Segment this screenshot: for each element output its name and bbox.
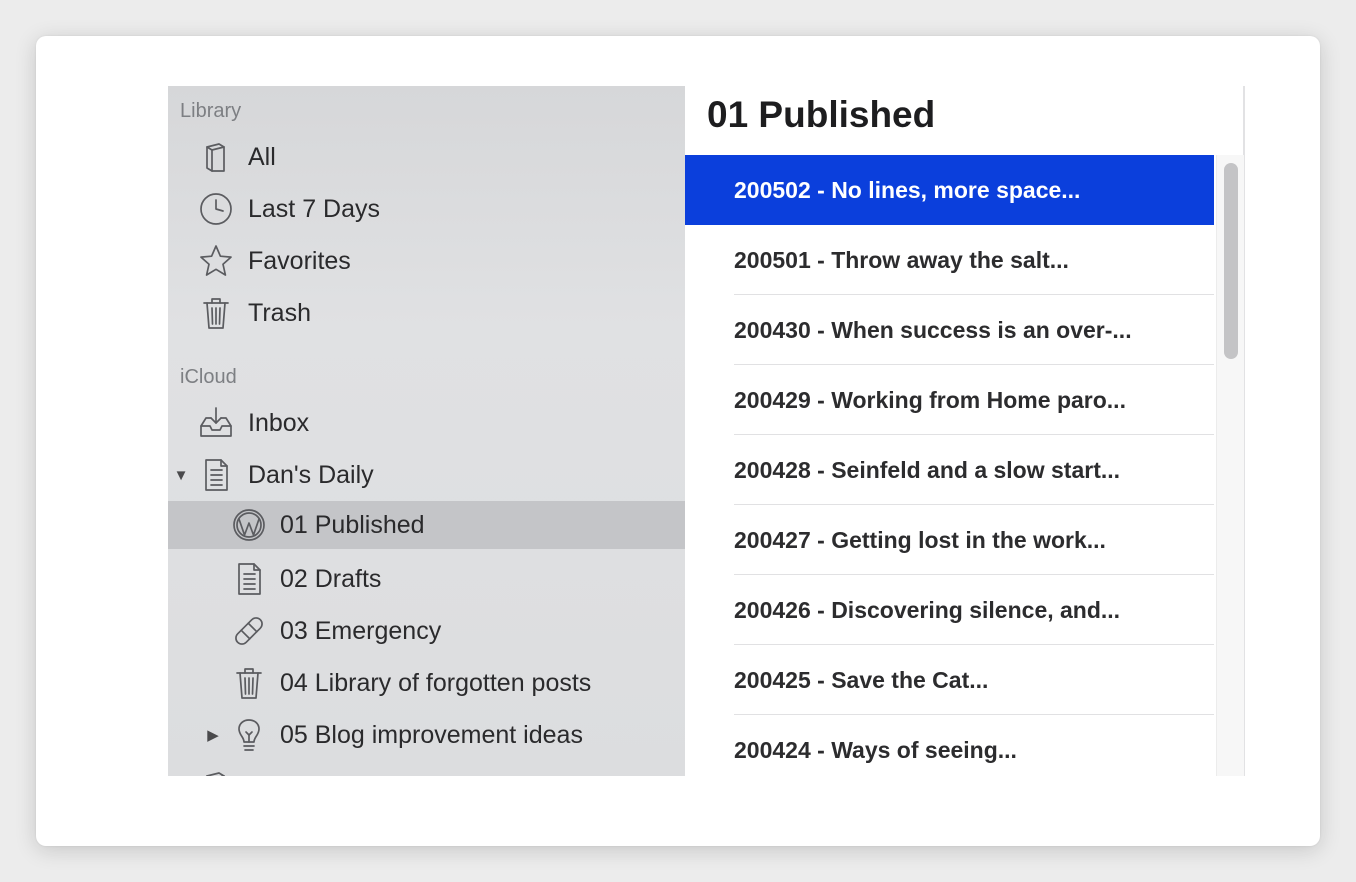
books-icon [196, 766, 236, 776]
list-item-title: 200429 - Working from Home paro... [734, 386, 1126, 413]
sidebar-item-01-published[interactable]: 01 Published [168, 501, 685, 549]
list-item-title: 200427 - Getting lost in the work... [734, 526, 1106, 553]
list-item-title: 200425 - Save the Cat... [734, 666, 989, 693]
clock-icon [196, 189, 236, 229]
sidebar-item-favorites[interactable]: Favorites [168, 237, 685, 285]
scrollbar[interactable] [1216, 155, 1244, 776]
wordpress-icon [229, 505, 269, 545]
sidebar-item-label: Trash [248, 298, 311, 327]
sidebar-item-label: Last 7 Days [248, 194, 381, 223]
disclosure-triangle-expanded-icon[interactable]: ▼ [173, 467, 189, 484]
sidebar-item-inbox[interactable]: Inbox [168, 399, 685, 447]
list-item[interactable]: 200502 - No lines, more space... [685, 155, 1214, 225]
disclosure-triangle-collapsed-icon[interactable]: ▶ [205, 727, 221, 744]
sidebar-item-02-drafts[interactable]: 02 Drafts [168, 555, 685, 603]
list-item-title: 200501 - Throw away the salt... [734, 246, 1069, 273]
sidebar-item-label: 01 Published [280, 510, 425, 539]
books-icon [196, 137, 236, 177]
app-window: Library All Last 7 Days Favorites Trash [168, 86, 1246, 776]
list-item[interactable]: 200425 - Save the Cat... [685, 645, 1214, 715]
sidebar-item-last-7-days[interactable]: Last 7 Days [168, 185, 685, 233]
sidebar-item-label: 02 Drafts [280, 564, 382, 593]
lightbulb-icon [229, 715, 269, 755]
list-item[interactable]: 200429 - Working from Home paro... [685, 365, 1214, 435]
page-title: 01 Published [707, 94, 936, 135]
sidebar-item-label: Inbox [248, 408, 310, 437]
sidebar-item-partially-hidden[interactable] [168, 762, 685, 776]
inbox-icon [196, 403, 236, 443]
list-item-title: 200428 - Seinfeld and a slow start... [734, 456, 1121, 483]
trash-icon [196, 293, 236, 333]
scrollbar-thumb[interactable] [1224, 163, 1238, 359]
sidebar-item-label: Favorites [248, 246, 351, 275]
list-item[interactable]: 200424 - Ways of seeing... [685, 715, 1214, 776]
list-item[interactable]: 200426 - Discovering silence, and... [685, 575, 1214, 645]
bandage-icon [229, 611, 269, 651]
notes-list: 200502 - No lines, more space... 200501 … [685, 155, 1214, 776]
list-item-title: 200424 - Ways of seeing... [734, 736, 1017, 763]
document-icon [229, 559, 269, 599]
sidebar-item-04-library-of-forgotten-posts[interactable]: 04 Library of forgotten posts [168, 659, 685, 707]
sidebar-item-label: 04 Library of forgotten posts [280, 668, 592, 697]
sidebar-item-label: Dan's Daily [248, 460, 374, 489]
sidebar-item-dans-daily[interactable]: ▼ Dan's Daily [168, 451, 685, 499]
sidebar-item-trash[interactable]: Trash [168, 289, 685, 337]
list-item[interactable]: 200501 - Throw away the salt... [685, 225, 1214, 295]
list-item[interactable]: 200430 - When success is an over-... [685, 295, 1214, 365]
sidebar-item-all[interactable]: All [168, 133, 685, 181]
sidebar: Library All Last 7 Days Favorites Trash [168, 86, 685, 776]
notes-list-pane: 01 Published 200502 - No lines, more spa… [685, 86, 1245, 776]
list-item[interactable]: 200427 - Getting lost in the work... [685, 505, 1214, 575]
icloud-section-label: iCloud [180, 366, 237, 388]
sidebar-item-label: All [248, 142, 276, 171]
list-item-title: 200426 - Discovering silence, and... [734, 596, 1121, 623]
list-item[interactable]: 200428 - Seinfeld and a slow start... [685, 435, 1214, 505]
star-icon [196, 241, 236, 281]
sidebar-item-03-emergency[interactable]: 03 Emergency [168, 607, 685, 655]
sidebar-item-label: 05 Blog improvement ideas [280, 720, 583, 749]
list-item-title: 200502 - No lines, more space... [734, 176, 1081, 203]
sidebar-item-label: 03 Emergency [280, 616, 442, 645]
sidebar-item-05-blog-improvement-ideas[interactable]: ▶ 05 Blog improvement ideas [168, 711, 685, 759]
list-item-title: 200430 - When success is an over-... [734, 316, 1132, 343]
document-icon [196, 455, 236, 495]
trash-icon [229, 663, 269, 703]
library-section-label: Library [180, 100, 242, 122]
